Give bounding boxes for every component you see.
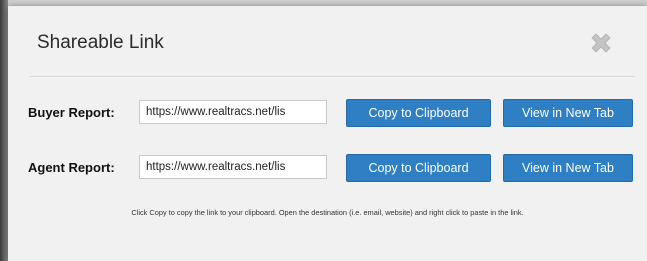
buyer-view-in-new-tab-button[interactable]: View in New Tab [503, 99, 633, 127]
buyer-report-link-input[interactable] [139, 100, 327, 124]
header-divider [30, 76, 635, 77]
agent-copy-to-clipboard-button[interactable]: Copy to Clipboard [346, 154, 491, 182]
close-x-icon [591, 33, 611, 53]
agent-report-row: Agent Report: Copy to Clipboard View in … [8, 153, 647, 183]
buyer-copy-to-clipboard-button[interactable]: Copy to Clipboard [346, 99, 491, 127]
modal-title: Shareable Link [37, 32, 164, 53]
backdrop-edge [0, 0, 8, 261]
agent-view-in-new-tab-button[interactable]: View in New Tab [503, 154, 633, 182]
buyer-report-row: Buyer Report: Copy to Clipboard View in … [8, 98, 647, 128]
shareable-link-modal: Shareable Link Buyer Report: Copy to Cli… [8, 6, 647, 261]
buyer-report-label: Buyer Report: [28, 105, 115, 120]
close-icon[interactable] [588, 30, 614, 56]
agent-report-link-input[interactable] [139, 155, 327, 179]
help-text: Click Copy to copy the link to your clip… [131, 208, 524, 217]
agent-report-label: Agent Report: [28, 160, 115, 175]
